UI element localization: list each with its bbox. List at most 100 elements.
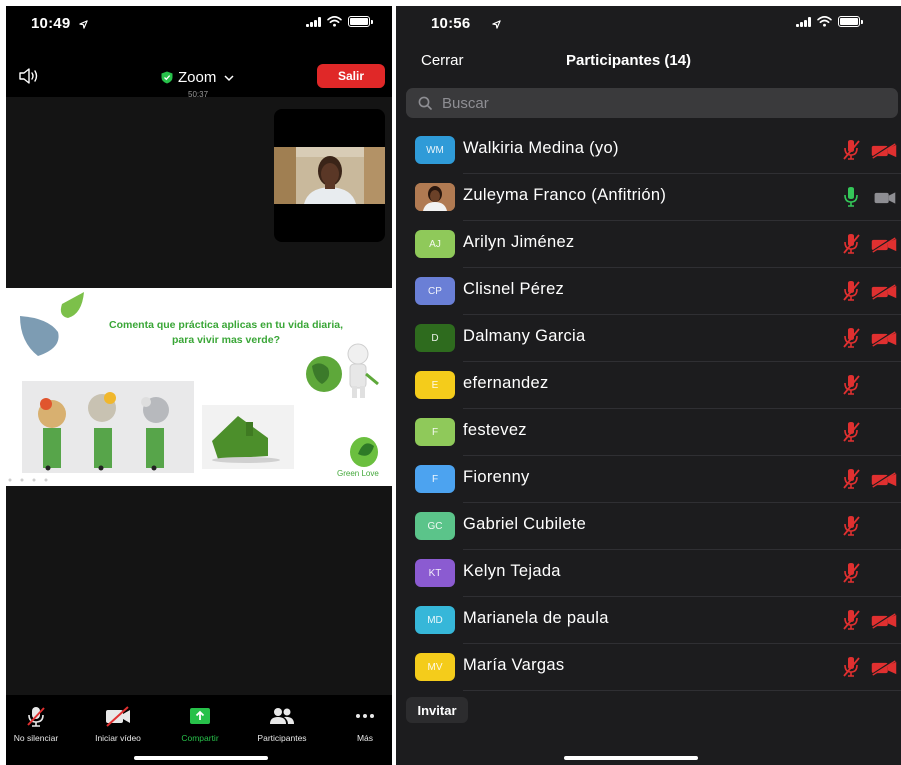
video-off-icon bbox=[871, 284, 897, 300]
share-label: Compartir bbox=[181, 733, 219, 743]
avatar: F bbox=[415, 465, 455, 493]
video-area: Comenta que práctica aplicas en tu vida … bbox=[6, 97, 392, 697]
participant-row[interactable]: AJ Arilyn Jiménez bbox=[396, 221, 901, 268]
participant-video bbox=[274, 147, 385, 204]
mic-muted-icon bbox=[843, 469, 860, 489]
avatar: MV bbox=[415, 653, 455, 681]
search-input[interactable] bbox=[442, 88, 882, 118]
participant-name: Kelyn Tejada bbox=[463, 562, 561, 580]
signal-icon bbox=[796, 16, 811, 27]
participant-name: festevez bbox=[463, 421, 527, 439]
avatar: MD bbox=[415, 606, 455, 634]
leave-button[interactable]: Salir bbox=[317, 64, 385, 88]
participants-header: Cerrar Participantes (14) bbox=[396, 46, 901, 86]
signal-icon bbox=[306, 16, 321, 27]
participant-name: Clisnel Pérez bbox=[463, 280, 565, 298]
location-arrow-icon bbox=[79, 20, 88, 29]
status-bar: 10:49 bbox=[6, 6, 392, 48]
more-dots-icon bbox=[356, 714, 374, 718]
participant-row[interactable]: MV María Vargas bbox=[396, 644, 901, 691]
slide-text: Comenta que práctica aplicas en tu vida … bbox=[109, 319, 343, 346]
participant-name: Walkiria Medina (yo) bbox=[463, 139, 619, 157]
speaker-icon[interactable] bbox=[17, 66, 41, 86]
mic-muted-icon bbox=[843, 140, 860, 160]
location-arrow-icon bbox=[492, 20, 501, 29]
participant-name: Arilyn Jiménez bbox=[463, 233, 575, 251]
video-off-icon bbox=[871, 613, 897, 629]
share-screen-icon bbox=[190, 708, 210, 724]
mic-muted-icon bbox=[843, 234, 860, 254]
status-icons bbox=[796, 16, 863, 27]
participants-screen: 10:56 Cerrar Participantes (14) WM Walkir… bbox=[396, 6, 901, 765]
participant-row[interactable]: MD Marianela de paula bbox=[396, 597, 901, 644]
mic-muted-icon bbox=[843, 657, 860, 677]
shared-slide: Comenta que práctica aplicas en tu vida … bbox=[6, 288, 392, 486]
participant-row[interactable]: CP Clisnel Pérez bbox=[396, 268, 901, 315]
participant-row[interactable]: Zuleyma Franco (Anfitrión) bbox=[396, 174, 901, 221]
search-icon bbox=[418, 96, 432, 110]
avatar: E bbox=[415, 371, 455, 399]
more-button[interactable]: Más bbox=[320, 705, 392, 743]
mic-muted-icon bbox=[843, 375, 860, 395]
video-off-icon bbox=[871, 660, 897, 676]
start-video-button[interactable]: Iniciar vídeo bbox=[73, 705, 163, 743]
status-bar: 10:56 bbox=[396, 6, 901, 48]
video-off-icon bbox=[871, 143, 897, 159]
participant-row[interactable]: Ffestevez bbox=[396, 409, 901, 456]
status-time: 10:56 bbox=[431, 15, 471, 32]
participant-row[interactable]: KT Kelyn Tejada bbox=[396, 550, 901, 597]
avatar: F bbox=[415, 418, 455, 446]
status-icons bbox=[306, 16, 373, 27]
avatar bbox=[415, 183, 455, 211]
bottom-bar: Invitar bbox=[396, 695, 901, 765]
wifi-icon bbox=[327, 16, 342, 27]
chevron-down-icon bbox=[224, 74, 234, 81]
participant-name: María Vargas bbox=[463, 656, 565, 674]
meeting-title: Zoom bbox=[178, 69, 217, 86]
video-icon bbox=[874, 192, 896, 204]
mic-muted-icon bbox=[843, 422, 860, 442]
participants-button[interactable]: Participantes bbox=[237, 705, 327, 743]
video-off-icon bbox=[871, 331, 897, 347]
participant-name: Gabriel Cubilete bbox=[463, 515, 587, 533]
video-label: Iniciar vídeo bbox=[95, 733, 141, 743]
participant-row[interactable]: WM Walkiria Medina (yo) bbox=[396, 127, 901, 174]
mic-muted-icon bbox=[27, 707, 45, 727]
more-label: Más bbox=[356, 733, 374, 743]
participant-row[interactable]: D Dalmany Garcia bbox=[396, 315, 901, 362]
avatar: AJ bbox=[415, 230, 455, 258]
participants-label: Participantes bbox=[257, 733, 307, 743]
avatar-photo bbox=[415, 183, 455, 211]
mic-muted-icon bbox=[843, 516, 860, 536]
participant-name: efernandez bbox=[463, 374, 549, 392]
slide-brand: Green Love bbox=[337, 469, 379, 478]
avatar: D bbox=[415, 324, 455, 352]
mic-muted-icon bbox=[843, 610, 860, 630]
participant-thumbnail[interactable] bbox=[274, 109, 385, 242]
participant-row[interactable]: F Fiorenny bbox=[396, 456, 901, 503]
participant-name: Marianela de paula bbox=[463, 609, 609, 627]
participant-row[interactable]: GC Gabriel Cubilete bbox=[396, 503, 901, 550]
participant-list: WM Walkiria Medina (yo) Zuleyma Franco (An… bbox=[396, 127, 901, 691]
avatar: WM bbox=[415, 136, 455, 164]
avatar: GC bbox=[415, 512, 455, 540]
shield-icon bbox=[161, 71, 173, 84]
close-button[interactable]: Cerrar bbox=[421, 52, 464, 69]
mute-button[interactable]: No silenciar bbox=[6, 705, 81, 743]
meeting-title-button[interactable]: Zoom bbox=[161, 69, 234, 86]
mic-muted-icon bbox=[843, 281, 860, 301]
home-indicator bbox=[564, 756, 698, 760]
video-off-icon bbox=[871, 237, 897, 253]
home-indicator bbox=[134, 756, 268, 760]
participant-name: Dalmany Garcia bbox=[463, 327, 586, 345]
video-off-icon bbox=[106, 706, 130, 727]
status-time: 10:49 bbox=[31, 15, 71, 32]
participant-name: Zuleyma Franco (Anfitrión) bbox=[463, 186, 667, 204]
wifi-icon bbox=[817, 16, 832, 27]
participant-row[interactable]: Eefernandez bbox=[396, 362, 901, 409]
mic-muted-icon bbox=[843, 328, 860, 348]
invite-button[interactable]: Invitar bbox=[406, 697, 468, 723]
search-bar[interactable] bbox=[406, 88, 898, 118]
battery-icon bbox=[838, 16, 863, 27]
share-button[interactable]: Compartir bbox=[155, 705, 245, 743]
